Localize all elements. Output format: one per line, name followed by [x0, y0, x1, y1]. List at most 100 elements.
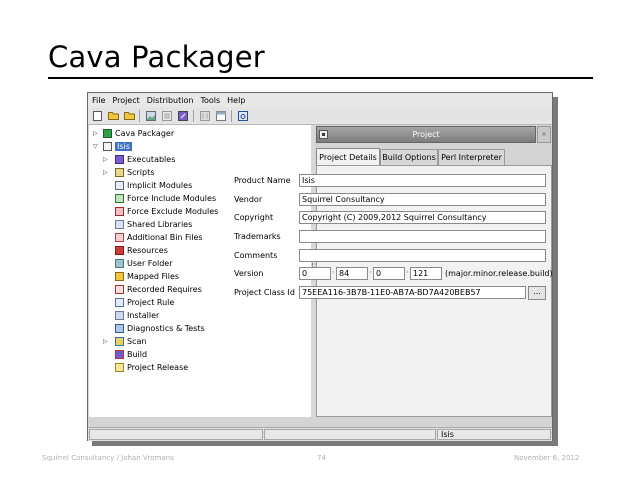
tree-item-label: Project Rule	[127, 298, 175, 307]
edit-icon[interactable]	[177, 110, 189, 121]
project-tree: ▷ Cava Packager ▽ Isis ▷ Executables ▷ S…	[89, 125, 312, 417]
status-cell-left	[89, 429, 263, 440]
user-folder-icon	[115, 259, 124, 268]
tree-item-force-include[interactable]: Force Include Modules	[115, 192, 216, 205]
rule-icon	[115, 298, 124, 307]
tree-item-label: Force Exclude Modules	[127, 207, 219, 216]
tree-item-label: Project Release	[127, 363, 189, 372]
tree-item-user-folder[interactable]: User Folder	[115, 257, 173, 270]
trademarks-field[interactable]	[299, 230, 546, 243]
include-icon	[115, 194, 124, 203]
tree-item-force-exclude[interactable]: Force Exclude Modules	[115, 205, 218, 218]
tree-item-label: Diagnostics & Tests	[127, 324, 205, 333]
version-separator: ·	[406, 268, 409, 277]
generate-id-button[interactable]: ...	[528, 286, 546, 300]
menu-distribution[interactable]: Distribution	[147, 96, 194, 105]
tree-item-executables[interactable]: ▷ Executables	[103, 153, 175, 166]
scripts-icon	[115, 168, 124, 177]
version-minor-field[interactable]: 84	[336, 267, 368, 280]
status-cell-middle	[264, 429, 436, 440]
tree-item-label: Scan	[127, 337, 147, 346]
requires-icon	[115, 285, 124, 294]
tree-item-diagnostics[interactable]: Diagnostics & Tests	[115, 322, 205, 335]
tree-item-label: Installer	[127, 311, 160, 320]
tree-item-shared-libraries[interactable]: Shared Libraries	[115, 218, 192, 231]
cava-logo-icon	[103, 129, 112, 138]
open-folder-icon[interactable]	[107, 110, 119, 121]
resources-icon	[115, 246, 124, 255]
tab-project-details[interactable]: Project Details	[316, 148, 380, 166]
trademarks-label: Trademarks	[234, 232, 281, 241]
product-name-field[interactable]: Isis	[299, 174, 546, 187]
tree-item-project-rule[interactable]: Project Rule	[115, 296, 174, 309]
tree-item-label: Resources	[127, 246, 168, 255]
expand-arrow-icon[interactable]: ▷	[93, 130, 98, 137]
tree-item-label: Build	[127, 350, 148, 359]
run-icon[interactable]	[237, 110, 249, 121]
image-icon[interactable]	[145, 110, 157, 121]
close-icon[interactable]: ✕	[537, 126, 551, 143]
scan-icon	[115, 337, 124, 346]
build-icon	[115, 350, 124, 359]
class-id-field[interactable]: 75EEA116-3B7B-11E0-AB7A-BD7A420BEB57	[299, 286, 526, 299]
version-major-field[interactable]: 0	[299, 267, 331, 280]
new-file-icon[interactable]	[91, 110, 103, 121]
folder-icon[interactable]	[123, 110, 135, 121]
toolbar	[88, 107, 552, 125]
project-panel-header: ▪ Project	[316, 126, 536, 143]
class-id-label: Project Class Id	[234, 288, 295, 297]
diagnostics-icon	[115, 324, 124, 333]
toolbar-separator	[139, 109, 140, 122]
tree-root-row[interactable]: ▷ Cava Packager	[93, 127, 174, 140]
list-icon[interactable]	[161, 110, 173, 121]
version-format-hint: (major.minor.release.build)	[445, 269, 553, 278]
tree-label-project: Isis	[115, 142, 132, 151]
project-header-title: Project	[412, 130, 440, 139]
library-icon	[115, 220, 124, 229]
tree-item-installer[interactable]: Installer	[115, 309, 159, 322]
tree-item-recorded-requires[interactable]: Recorded Requires	[115, 283, 202, 296]
tree-item-project-release[interactable]: Project Release	[115, 361, 188, 374]
tab-perl-interpreter[interactable]: Perl Interpreter	[438, 149, 505, 165]
title-divider	[48, 77, 593, 79]
collapse-arrow-icon[interactable]: ▽	[93, 143, 98, 150]
tree-item-additional-bin[interactable]: Additional Bin Files	[115, 231, 203, 244]
tree-item-resources[interactable]: Resources	[115, 244, 168, 257]
footer-date: November 6, 2012	[514, 454, 580, 462]
expand-arrow-icon[interactable]: ▷	[103, 338, 108, 345]
menu-project[interactable]: Project	[112, 96, 139, 105]
copyright-field[interactable]: Copyright (C) 2009,2012 Squirrel Consult…	[299, 211, 546, 224]
slide-title: Cava Packager	[48, 40, 265, 74]
expand-arrow-icon[interactable]: ▷	[103, 169, 108, 176]
menu-help[interactable]: Help	[227, 96, 245, 105]
product-name-label: Product Name	[234, 176, 291, 185]
version-separator: ·	[369, 268, 372, 277]
window-icon[interactable]	[215, 110, 227, 121]
tree-item-build[interactable]: Build	[115, 348, 147, 361]
tree-item-label: Recorded Requires	[127, 285, 202, 294]
menu-bar: File Project Distribution Tools Help	[88, 93, 552, 107]
version-build-field[interactable]: 121	[410, 267, 442, 280]
menu-file[interactable]: File	[92, 96, 105, 105]
tree-label-root: Cava Packager	[115, 129, 175, 138]
tab-label: Build Options	[382, 153, 436, 162]
comments-field[interactable]	[299, 249, 546, 262]
folder-icon	[115, 272, 124, 281]
footer-author: Squirrel Consultancy / Johan Vromans	[42, 454, 174, 462]
tree-item-label: Shared Libraries	[127, 220, 193, 229]
version-release-field[interactable]: 0	[373, 267, 405, 280]
comments-label: Comments	[234, 251, 278, 260]
vendor-field[interactable]: Squirrel Consultancy	[299, 193, 546, 206]
tree-item-scripts[interactable]: ▷ Scripts	[103, 166, 154, 179]
tree-project-row[interactable]: ▽ Isis	[93, 140, 132, 153]
installer-icon	[115, 311, 124, 320]
tree-item-implicit-modules[interactable]: Implicit Modules	[115, 179, 192, 192]
expand-arrow-icon[interactable]: ▷	[103, 156, 108, 163]
version-label: Version	[234, 269, 264, 278]
tree-item-mapped-files[interactable]: Mapped Files	[115, 270, 179, 283]
tree-item-label: Executables	[127, 155, 176, 164]
tree-item-scan[interactable]: ▷ Scan	[103, 335, 146, 348]
build-icon[interactable]	[199, 110, 211, 121]
tab-build-options[interactable]: Build Options	[380, 149, 438, 165]
menu-tools[interactable]: Tools	[200, 96, 220, 105]
